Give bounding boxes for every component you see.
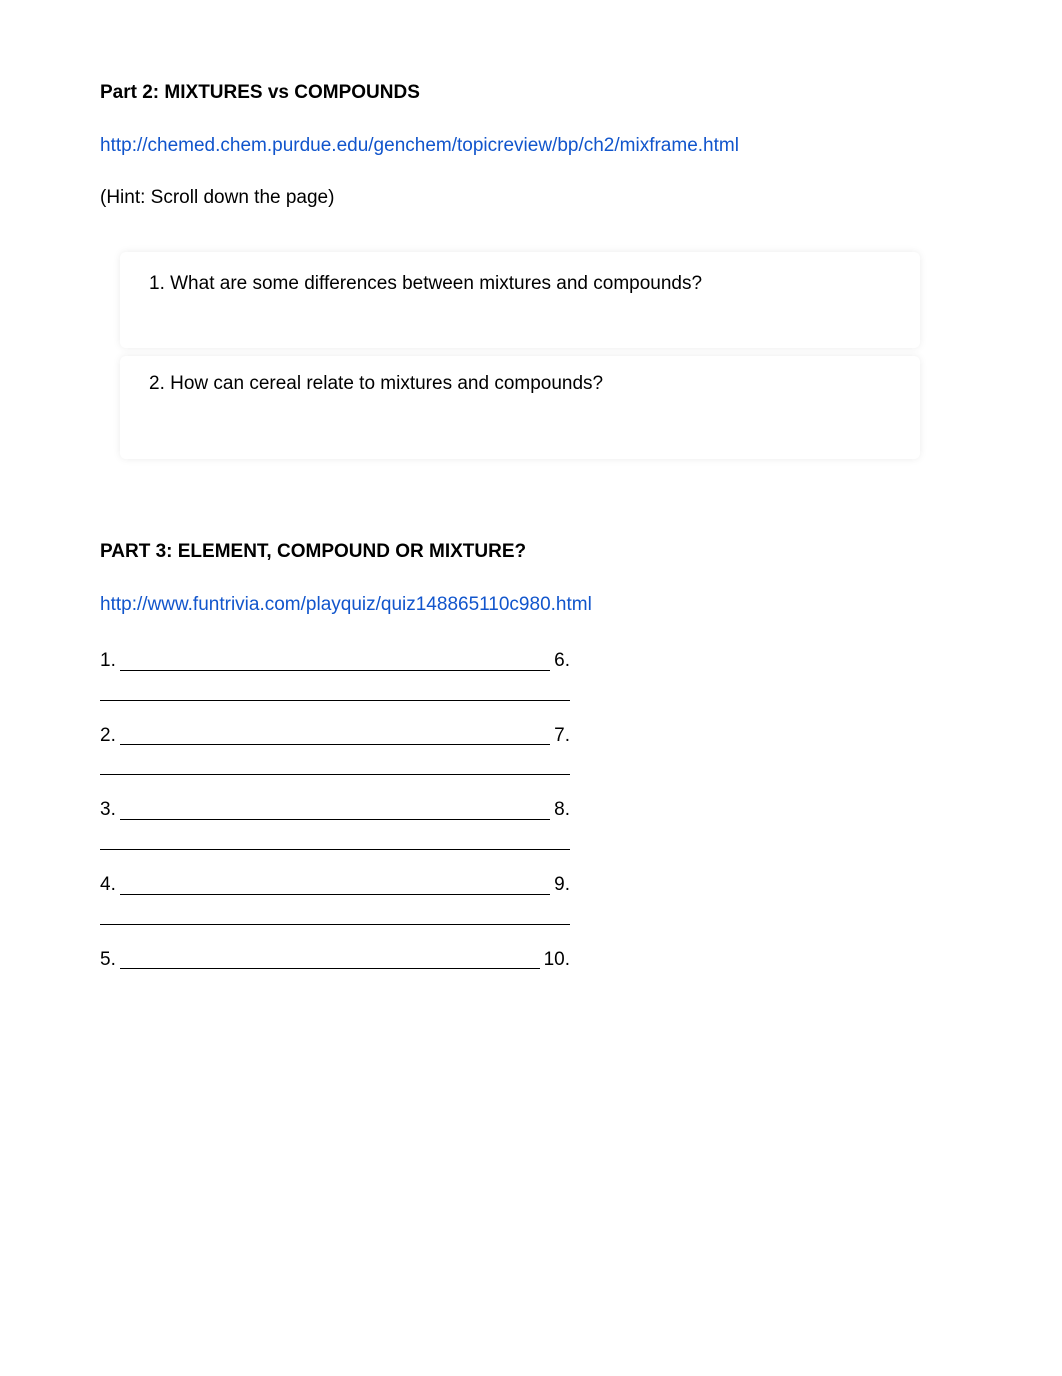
blank-line: 2. 7. — [100, 723, 570, 750]
blank-num-right: 7. — [554, 723, 570, 750]
question-box-2: 2. How can cereal relate to mixtures and… — [120, 356, 920, 459]
question-box-1: 1. What are some differences between mix… — [120, 252, 920, 349]
blank-pair-3: 3. 8. — [100, 797, 962, 850]
blank-num-left: 2. — [100, 723, 116, 750]
question-2-text: 2. How can cereal relate to mixtures and… — [149, 371, 891, 398]
part2-hint: (Hint: Scroll down the page) — [100, 185, 350, 212]
blank-underline[interactable] — [100, 757, 570, 775]
blank-line: 1. 6. — [100, 648, 570, 675]
blank-pair-1: 1. 6. — [100, 648, 962, 701]
blank-num-right: 8. — [554, 797, 570, 824]
part3-link[interactable]: http://www.funtrivia.com/playquiz/quiz14… — [100, 592, 600, 619]
blank-line: 4. 9. — [100, 872, 570, 899]
blank-num-right: 6. — [554, 648, 570, 675]
blank-num-left: 3. — [100, 797, 116, 824]
blank-underline[interactable] — [100, 832, 570, 850]
blank-pair-2: 2. 7. — [100, 723, 962, 776]
blank-fill[interactable] — [120, 723, 550, 746]
part2-heading: Part 2: MIXTURES vs COMPOUNDS — [100, 80, 962, 107]
blank-line: 3. 8. — [100, 797, 570, 824]
blank-pair-5: 5. 10. — [100, 947, 570, 974]
blank-fill[interactable] — [120, 648, 550, 671]
blank-fill[interactable] — [120, 872, 550, 895]
blank-num-left: 4. — [100, 872, 116, 899]
blank-pair-4: 4. 9. — [100, 872, 962, 925]
question-1-text: 1. What are some differences between mix… — [149, 271, 891, 298]
blank-fill[interactable] — [120, 947, 540, 970]
blank-underline[interactable] — [100, 683, 570, 701]
blank-fill[interactable] — [120, 797, 550, 820]
blank-num-left: 1. — [100, 648, 116, 675]
part2-link[interactable]: http://chemed.chem.purdue.edu/genchem/to… — [100, 133, 700, 160]
part3-heading: PART 3: ELEMENT, COMPOUND OR MIXTURE? — [100, 539, 962, 566]
blank-underline[interactable] — [100, 907, 570, 925]
blank-num-right: 9. — [554, 872, 570, 899]
blank-num-right: 10. — [544, 947, 570, 974]
blank-num-left: 5. — [100, 947, 116, 974]
